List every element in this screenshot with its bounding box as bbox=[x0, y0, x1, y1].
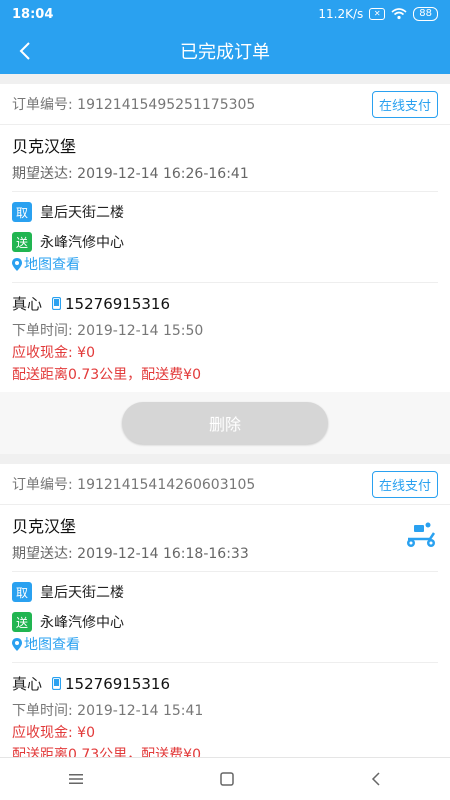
pickup-tag: 取 bbox=[12, 202, 32, 222]
order-header: 订单编号: 19121415495251175305 在线支付 bbox=[0, 84, 450, 125]
expected-time: 2019-12-14 16:26-16:41 bbox=[77, 166, 249, 182]
delivery-address: 永峰汽修中心 bbox=[40, 615, 124, 631]
delivery-row: 送 永峰汽修中心 bbox=[12, 232, 438, 252]
contact-row: 真心 15276915316 bbox=[12, 673, 438, 694]
navbar: 已完成订单 bbox=[0, 28, 450, 74]
map-view-link[interactable]: 地图查看 bbox=[12, 254, 438, 274]
expected-time: 2019-12-14 16:18-16:33 bbox=[77, 546, 249, 562]
order-number-row: 订单编号: 19121415495251175305 bbox=[12, 94, 255, 114]
back-button[interactable] bbox=[10, 36, 40, 66]
delivery-row: 送 永峰汽修中心 bbox=[12, 612, 438, 632]
scooter-icon bbox=[407, 522, 436, 547]
order-number-label: 订单编号: bbox=[12, 97, 73, 113]
order-header: 订单编号: 19121415414260603105 在线支付 bbox=[0, 464, 450, 505]
phone-icon bbox=[52, 297, 62, 310]
map-view-label: 地图查看 bbox=[24, 637, 80, 653]
network-speed: 11.2K/s bbox=[318, 7, 364, 21]
back-triangle-icon[interactable] bbox=[370, 772, 382, 786]
pickup-address: 皇后天街二楼 bbox=[40, 585, 124, 601]
phone-link[interactable]: 15276915316 bbox=[52, 295, 170, 313]
order-time-value: 2019-12-14 15:50 bbox=[77, 323, 204, 339]
pickup-row: 取 皇后天街二楼 bbox=[12, 202, 438, 222]
address-section: 取 皇后天街二楼 送 永峰汽修中心 地图查看 bbox=[0, 572, 450, 662]
order-time-label: 下单时间: bbox=[12, 703, 73, 719]
cash-row: 应收现金: ¥0 bbox=[12, 722, 438, 742]
home-square-icon[interactable] bbox=[219, 772, 235, 786]
map-view-link[interactable]: 地图查看 bbox=[12, 634, 438, 654]
expected-label: 期望送达: bbox=[12, 546, 73, 562]
order-number-label: 订单编号: bbox=[12, 477, 73, 493]
distance-fee: 配送距离0.73公里，配送费¥0 bbox=[12, 367, 201, 383]
status-time: 18:04 bbox=[12, 6, 54, 22]
order-card[interactable]: 订单编号: 19121415495251175305 在线支付 贝克汉堡 期望送… bbox=[0, 84, 450, 454]
map-pin-icon bbox=[12, 257, 22, 271]
map-pin-icon bbox=[12, 637, 22, 651]
customer-name: 真心 bbox=[12, 675, 43, 693]
pickup-address: 皇后天街二楼 bbox=[40, 205, 124, 221]
phone-number: 15276915316 bbox=[65, 294, 170, 313]
address-section: 取 皇后天街二楼 送 永峰汽修中心 地图查看 bbox=[0, 192, 450, 282]
cash-value: ¥0 bbox=[77, 345, 95, 361]
cash-row: 应收现金: ¥0 bbox=[12, 342, 438, 362]
order-number: 19121415495251175305 bbox=[77, 97, 256, 113]
shop-section: 贝克汉堡 期望送达: 2019-12-14 16:26-16:41 bbox=[0, 125, 450, 191]
system-nav-bar bbox=[0, 757, 450, 800]
expected-delivery: 期望送达: 2019-12-14 16:18-16:33 bbox=[12, 543, 438, 563]
delete-area: 删除 bbox=[0, 392, 450, 454]
order-card[interactable]: 订单编号: 19121415414260603105 在线支付 贝克汉堡 期望送… bbox=[0, 464, 450, 758]
delivery-tag: 送 bbox=[12, 612, 32, 632]
back-arrow-icon bbox=[19, 42, 30, 60]
delivery-address: 永峰汽修中心 bbox=[40, 235, 124, 251]
order-number: 19121415414260603105 bbox=[77, 477, 256, 493]
customer-name: 真心 bbox=[12, 295, 43, 313]
delete-button[interactable]: 删除 bbox=[122, 402, 328, 444]
customer-section: 真心 15276915316 下单时间: 2019-12-14 15:50 应收… bbox=[0, 283, 450, 392]
sim-disabled-icon: ✕ bbox=[369, 8, 386, 20]
order-time: 下单时间: 2019-12-14 15:50 bbox=[12, 320, 438, 340]
expected-delivery: 期望送达: 2019-12-14 16:26-16:41 bbox=[12, 163, 438, 183]
map-view-label: 地图查看 bbox=[24, 257, 80, 273]
payment-type-badge: 在线支付 bbox=[371, 90, 438, 118]
order-time-label: 下单时间: bbox=[12, 323, 73, 339]
phone-link[interactable]: 15276915316 bbox=[52, 675, 170, 693]
status-bar: 18:04 11.2K/s ✕ 88 bbox=[0, 0, 450, 28]
phone-number: 15276915316 bbox=[65, 674, 170, 693]
shop-section: 贝克汉堡 期望送达: 2019-12-14 16:18-16:33 bbox=[0, 505, 450, 571]
delivery-tag: 送 bbox=[12, 232, 32, 252]
payment-type-badge: 在线支付 bbox=[371, 470, 438, 498]
pickup-row: 取 皇后天街二楼 bbox=[12, 582, 438, 602]
order-time-value: 2019-12-14 15:41 bbox=[77, 703, 204, 719]
order-number-row: 订单编号: 19121415414260603105 bbox=[12, 474, 255, 494]
phone-icon bbox=[52, 677, 62, 690]
order-list[interactable]: 订单编号: 19121415495251175305 在线支付 贝克汉堡 期望送… bbox=[0, 74, 450, 758]
shop-name: 贝克汉堡 bbox=[12, 137, 77, 156]
distance-fee: 配送距离0.73公里，配送费¥0 bbox=[12, 747, 201, 758]
cash-value: ¥0 bbox=[77, 725, 95, 741]
wifi-icon bbox=[391, 8, 407, 20]
cash-label: 应收现金: bbox=[12, 345, 73, 361]
pickup-tag: 取 bbox=[12, 582, 32, 602]
contact-row: 真心 15276915316 bbox=[12, 293, 438, 314]
status-right: 11.2K/s ✕ 88 bbox=[318, 7, 438, 21]
menu-icon[interactable] bbox=[68, 773, 84, 785]
page-title: 已完成订单 bbox=[180, 42, 270, 63]
battery-indicator: 88 bbox=[413, 7, 438, 21]
expected-label: 期望送达: bbox=[12, 166, 73, 182]
cash-label: 应收现金: bbox=[12, 725, 73, 741]
customer-section: 真心 15276915316 下单时间: 2019-12-14 15:41 应收… bbox=[0, 663, 450, 759]
shop-name: 贝克汉堡 bbox=[12, 517, 77, 536]
order-time: 下单时间: 2019-12-14 15:41 bbox=[12, 700, 438, 720]
